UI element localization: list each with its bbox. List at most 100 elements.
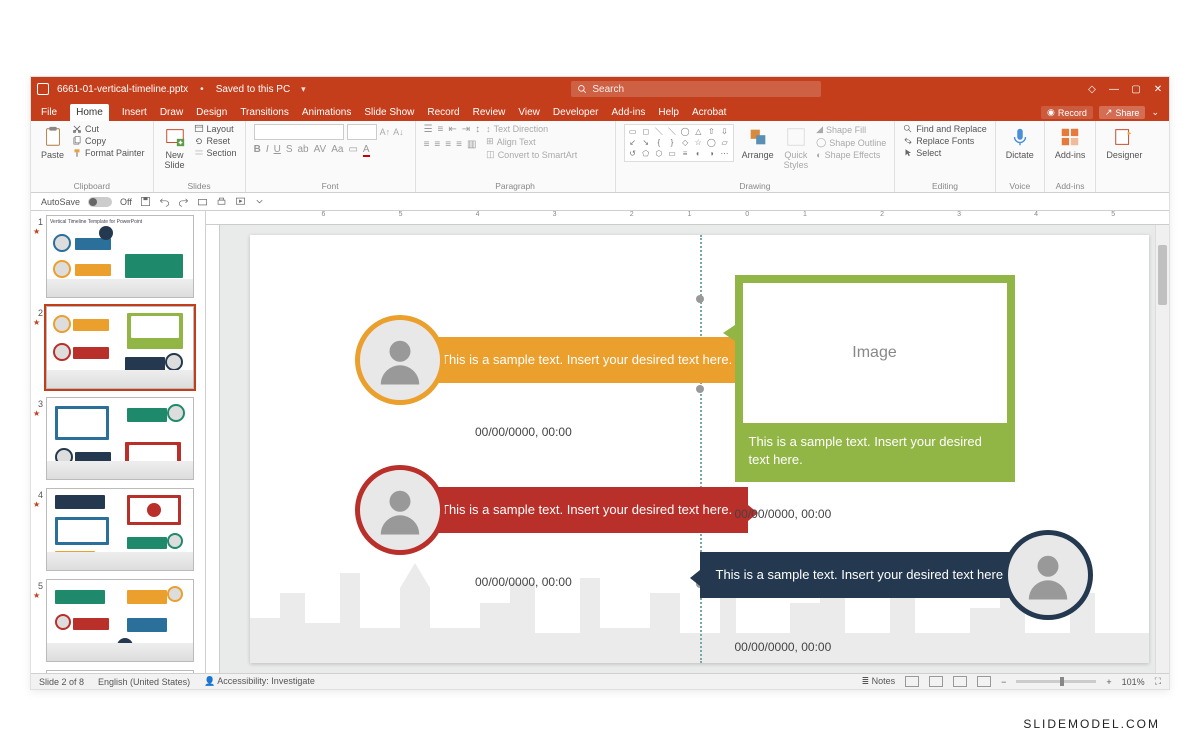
new-slide-button[interactable]: New Slide [162, 124, 188, 172]
case-button[interactable]: Aa [331, 144, 343, 155]
shape-fill-button[interactable]: ◢ Shape Fill [816, 124, 886, 135]
smartart-button[interactable]: ◫ Convert to SmartArt [486, 149, 577, 160]
thumbnail-slide-4[interactable] [46, 488, 194, 571]
save-icon[interactable] [140, 196, 151, 207]
quick-styles-button[interactable]: Quick Styles [782, 124, 811, 172]
designer-button[interactable]: Designer [1104, 124, 1144, 162]
tab-acrobat[interactable]: Acrobat [692, 107, 726, 121]
print-icon[interactable] [216, 196, 227, 207]
find-replace-button[interactable]: Find and Replace [903, 124, 987, 134]
tab-help[interactable]: Help [658, 107, 679, 121]
tab-home[interactable]: Home [70, 104, 109, 121]
chevron-down-icon[interactable]: ▾ [301, 84, 306, 95]
reset-button[interactable]: Reset [194, 136, 237, 146]
decrease-font-icon[interactable]: A↓ [393, 127, 404, 137]
timeline-item-1[interactable]: This is a sample text. Insert your desir… [355, 315, 728, 405]
tab-record[interactable]: Record [427, 107, 459, 121]
bullets-button[interactable]: ☰ [424, 124, 433, 135]
tab-transitions[interactable]: Transitions [240, 107, 289, 121]
highlight-button[interactable]: ▭ [348, 144, 357, 155]
paste-button[interactable]: Paste [39, 124, 66, 162]
increase-font-icon[interactable]: A↑ [380, 127, 391, 137]
thumbnail-slide-6[interactable] [46, 670, 194, 673]
redo-icon[interactable] [178, 196, 189, 207]
share-button[interactable]: ↗ Share [1099, 106, 1146, 119]
font-color-button[interactable]: A [363, 144, 370, 155]
tab-slideshow[interactable]: Slide Show [364, 107, 414, 121]
tab-view[interactable]: View [518, 107, 540, 121]
numbering-button[interactable]: ≡ [438, 124, 444, 135]
fit-to-window-icon[interactable]: ⛶ [1155, 676, 1161, 687]
font-size-select[interactable] [347, 124, 377, 140]
format-painter-button[interactable]: Format Painter [72, 148, 145, 158]
font-family-select[interactable] [254, 124, 344, 140]
select-button[interactable]: Select [903, 148, 987, 158]
tab-design[interactable]: Design [196, 107, 227, 121]
bold-button[interactable]: B [254, 144, 261, 155]
tab-animations[interactable]: Animations [302, 107, 351, 121]
zoom-slider[interactable] [1016, 680, 1096, 683]
language-status[interactable]: English (United States) [98, 677, 190, 687]
section-button[interactable]: Section [194, 148, 237, 158]
slide-counter[interactable]: Slide 2 of 8 [39, 677, 84, 687]
zoom-out-button[interactable]: − [1001, 677, 1006, 687]
shadow-button[interactable]: ab [298, 144, 309, 155]
record-button[interactable]: ◉ Record [1041, 106, 1093, 119]
slide-canvas[interactable]: This is a sample text. Insert your desir… [250, 235, 1149, 663]
slideshow-view-icon[interactable] [977, 676, 991, 687]
shapes-gallery[interactable]: ▭◻＼＼◯△⇧⇩ ↙↘{}◇☆◯▱ ↺⬠⬡▭≡◐◑⋯ [624, 124, 734, 162]
autosave-toggle[interactable] [88, 197, 112, 207]
tab-file[interactable]: File [41, 107, 57, 121]
shape-effects-button[interactable]: ◐ Shape Effects [816, 150, 886, 160]
arrange-button[interactable]: Arrange [740, 124, 776, 162]
tab-addins[interactable]: Add-ins [612, 107, 646, 121]
cut-button[interactable]: Cut [72, 124, 145, 134]
strike-button[interactable]: S [286, 144, 293, 155]
timeline-item-image[interactable]: Image This is a sample text. Insert your… [735, 275, 1015, 482]
undo-icon[interactable] [159, 196, 170, 207]
qat-more-icon[interactable] [254, 196, 265, 207]
timeline-item-2[interactable]: This is a sample text. Insert your desir… [355, 465, 728, 555]
ribbon-collapse-icon[interactable]: ⌄ [1151, 107, 1159, 118]
slideshow-icon[interactable] [235, 196, 246, 207]
align-right-button[interactable]: ≡ [445, 139, 451, 150]
shape-outline-button[interactable]: ◯ Shape Outline [816, 137, 886, 148]
align-left-button[interactable]: ≡ [424, 139, 430, 150]
image-placeholder[interactable]: Image [743, 283, 1007, 423]
sorter-view-icon[interactable] [929, 676, 943, 687]
indent-dec-button[interactable]: ⇤ [448, 124, 456, 135]
dictate-button[interactable]: Dictate [1004, 124, 1036, 162]
thumbnail-slide-1[interactable]: Vertical Timeline Template for PowerPoin… [46, 215, 194, 298]
qat-icon[interactable] [197, 196, 208, 207]
thumbnail-slide-3[interactable] [46, 397, 194, 480]
layout-button[interactable]: Layout [194, 124, 237, 134]
tab-review[interactable]: Review [473, 107, 506, 121]
justify-button[interactable]: ≡ [456, 139, 462, 150]
copy-button[interactable]: Copy [72, 136, 145, 146]
normal-view-icon[interactable] [905, 676, 919, 687]
columns-button[interactable]: ▥ [467, 139, 476, 150]
maximize-icon[interactable]: ▢ [1131, 84, 1141, 94]
notes-button[interactable]: ≣ Notes [862, 676, 896, 687]
ribbon-options-icon[interactable]: ◇ [1087, 84, 1097, 94]
replace-fonts-button[interactable]: Replace Fonts [903, 136, 987, 146]
text-direction-button[interactable]: ↕ Text Direction [486, 124, 577, 134]
timeline-item-3[interactable]: This is a sample text. Insert your desir… [720, 530, 1093, 620]
reading-view-icon[interactable] [953, 676, 967, 687]
indent-inc-button[interactable]: ⇥ [462, 124, 470, 135]
addins-button[interactable]: Add-ins [1053, 124, 1088, 162]
spacing-button[interactable]: AV [314, 144, 327, 155]
tab-draw[interactable]: Draw [160, 107, 183, 121]
italic-button[interactable]: I [266, 144, 269, 155]
thumbnail-slide-2[interactable] [46, 306, 194, 389]
vertical-scrollbar[interactable] [1155, 225, 1169, 673]
underline-button[interactable]: U [274, 144, 281, 155]
search-box[interactable]: Search [571, 81, 821, 97]
align-center-button[interactable]: ≡ [434, 139, 440, 150]
tab-developer[interactable]: Developer [553, 107, 599, 121]
tab-insert[interactable]: Insert [122, 107, 147, 121]
minimize-icon[interactable]: — [1109, 84, 1119, 94]
slide-thumbnail-panel[interactable]: 1★ Vertical Timeline Template for PowerP… [31, 211, 206, 673]
accessibility-status[interactable]: 👤 Accessibility: Investigate [204, 676, 315, 687]
zoom-level[interactable]: 101% [1122, 677, 1145, 687]
